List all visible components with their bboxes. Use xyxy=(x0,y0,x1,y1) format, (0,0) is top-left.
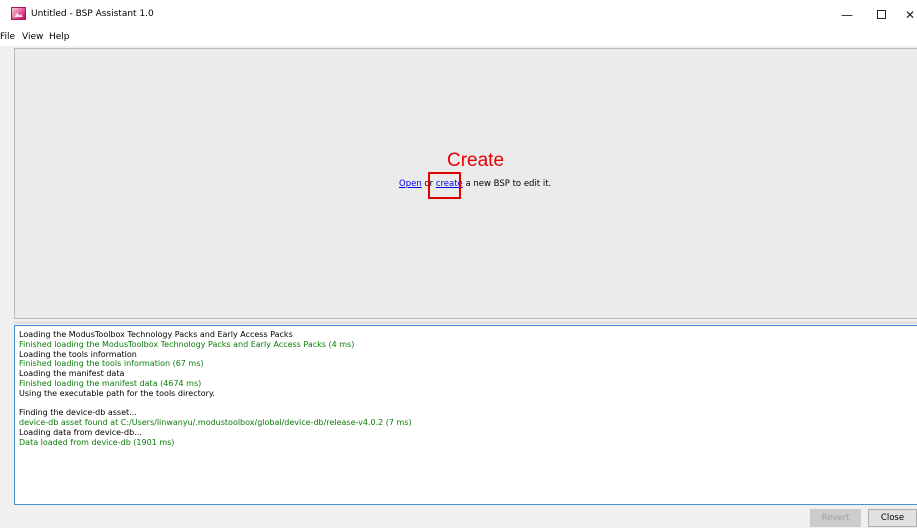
menu-file[interactable]: File xyxy=(0,32,15,42)
log-line: Finished loading the tools information (… xyxy=(19,359,204,369)
close-icon: ✕ xyxy=(904,7,915,22)
menu-help[interactable]: Help xyxy=(49,32,70,42)
menu-view[interactable]: View xyxy=(22,32,43,42)
app-image-icon xyxy=(11,7,26,20)
open-link[interactable]: Open xyxy=(399,179,422,189)
minimize-button[interactable]: — xyxy=(830,0,864,29)
create-annotation-label: Create xyxy=(447,150,505,171)
create-highlight-box xyxy=(428,172,461,199)
maximize-button[interactable] xyxy=(864,0,898,29)
log-line: Finding the device-db asset... xyxy=(19,408,137,418)
menu-bar: File View Help xyxy=(0,29,917,46)
log-line: device-db asset found at C:/Users/linwan… xyxy=(19,418,412,428)
close-button[interactable]: Close xyxy=(868,509,917,527)
log-line: Loading the tools information xyxy=(19,349,137,359)
log-line: Loading the ModusToolbox Technology Pack… xyxy=(19,330,293,339)
log-line: Finished loading the manifest data (4674… xyxy=(19,378,202,388)
panel-splitter[interactable] xyxy=(14,321,917,324)
log-line: Finished loading the ModusToolbox Techno… xyxy=(19,339,355,349)
hint-tail-text: a new BSP to edit it. xyxy=(462,179,552,189)
close-window-button[interactable]: ✕ xyxy=(895,0,917,29)
revert-button[interactable]: Revert xyxy=(810,509,861,527)
empty-state-message: Open or create a new BSP to edit it. xyxy=(399,179,551,189)
log-line: Using the executable path for the tools … xyxy=(19,388,216,398)
log-line: Loading the manifest data xyxy=(19,369,125,379)
log-line: Loading data from device-db... xyxy=(19,427,142,437)
footer-bar: Revert Close xyxy=(0,506,917,528)
log-panel: Loading the ModusToolbox Technology Pack… xyxy=(14,325,917,505)
minimize-icon: — xyxy=(841,7,853,22)
window-title: Untitled - BSP Assistant 1.0 xyxy=(31,9,154,19)
maximize-icon xyxy=(876,10,886,19)
title-bar: Untitled - BSP Assistant 1.0 — ✕ xyxy=(0,0,917,29)
log-line: Data loaded from device-db (1901 ms) xyxy=(19,437,175,447)
